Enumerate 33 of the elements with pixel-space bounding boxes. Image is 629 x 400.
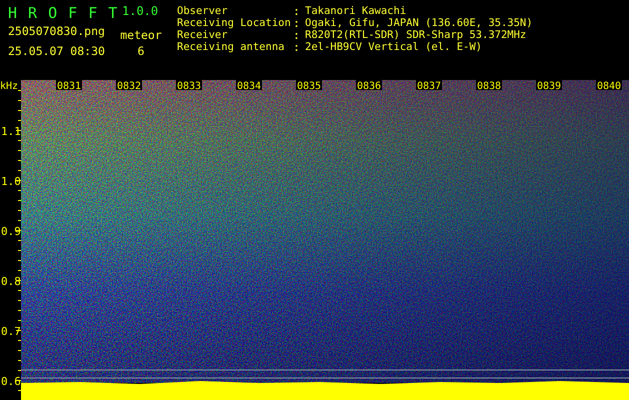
meteor-count: 6 (138, 45, 144, 57)
field-value: Takanori Kawachi (305, 5, 406, 17)
date-time: 25.05.07 08:30 (8, 45, 106, 57)
field-label: Receiver (177, 29, 229, 41)
field-label: Receiving Location (177, 17, 292, 29)
time-label: 0833 (176, 80, 202, 92)
time-label: 0839 (536, 80, 562, 92)
file-name: 2505070830.png (8, 25, 106, 37)
axis-label: 0.7 (1, 325, 21, 338)
time-label: 0832 (116, 80, 142, 92)
separator: : (293, 29, 301, 41)
field-value: R820T2(RTL-SDR) SDR-Sharp 53.372MHz (305, 29, 526, 41)
time-label: 0835 (296, 80, 322, 92)
axis-unit: kHz (0, 81, 18, 92)
separator: : (293, 17, 301, 29)
field-label: Receiving antenna (177, 41, 286, 53)
app-title: H R O F F T (8, 5, 120, 21)
axis-label: 0.9 (1, 225, 21, 238)
field-label: Observer (177, 5, 229, 17)
separator: : (293, 41, 301, 53)
separator: : (293, 5, 301, 17)
time-label: 0836 (356, 80, 382, 92)
app-version: 1.0.0 (122, 5, 158, 17)
axis-label: 1.1 (1, 125, 21, 138)
axis-label: 1.0 (1, 175, 21, 188)
time-label: 0831 (56, 80, 82, 92)
time-label: 0837 (416, 80, 442, 92)
count-label: meteor (120, 29, 162, 41)
time-label: 0838 (476, 80, 502, 92)
time-label: 0840 (596, 80, 622, 92)
time-label: 0834 (236, 80, 262, 92)
field-value: Ogaki, Gifu, JAPAN (136.60E, 35.35N) (305, 17, 533, 29)
field-value: 2el-HB9CV Vertical (el. E-W) (305, 41, 482, 53)
